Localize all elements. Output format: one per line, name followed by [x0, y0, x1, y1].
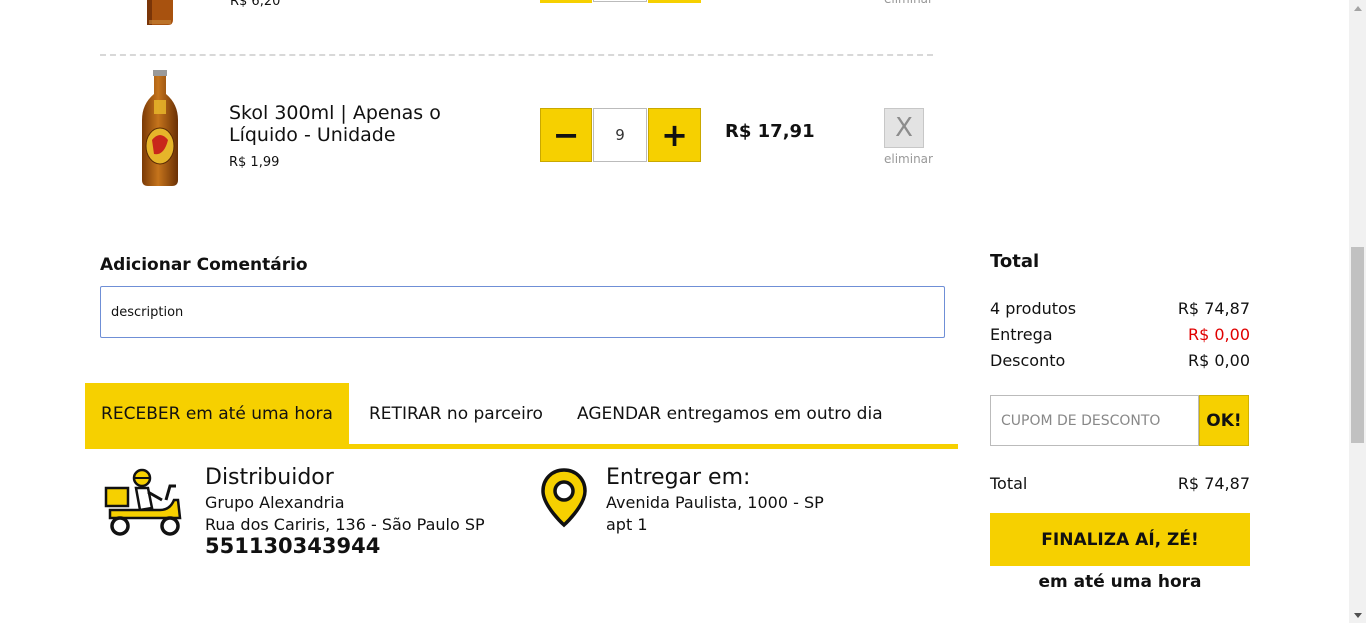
tab-schedule[interactable]: AGENDAR entregamos em outro dia: [577, 383, 883, 444]
remove-link[interactable]: eliminar: [884, 0, 933, 6]
delivery-scooter-icon: [104, 468, 182, 536]
scroll-up-arrow-icon[interactable]: [1349, 0, 1366, 16]
tab-label: RETIRAR no parceiro: [369, 403, 543, 424]
apply-coupon-button[interactable]: OK!: [1199, 395, 1249, 446]
comment-input[interactable]: [100, 286, 945, 338]
page-scrollbar[interactable]: [1349, 0, 1366, 623]
distributor-heading: Distribuidor: [205, 465, 334, 490]
decrease-quantity-button[interactable]: −: [540, 108, 592, 162]
summary-discount-row: Desconto R$ 0,00: [990, 351, 1250, 373]
comment-title: Adicionar Comentário: [100, 255, 308, 275]
discount-label: Desconto: [990, 351, 1066, 370]
tab-receive[interactable]: RECEBER em até uma hora: [85, 383, 349, 444]
tab-label: AGENDAR entregamos em outro dia: [577, 403, 883, 424]
total-label: Total: [990, 474, 1028, 493]
discount-value: R$ 0,00: [1187, 351, 1250, 370]
delivery-mode-tabs: RECEBER em até uma hora RETIRAR no parce…: [85, 383, 958, 449]
close-icon: X: [895, 113, 913, 143]
total-value: R$ 74,87: [1177, 474, 1250, 493]
remove-link[interactable]: eliminar: [884, 152, 933, 166]
products-value: R$ 74,87: [1177, 299, 1250, 318]
quantity-input[interactable]: [593, 108, 647, 162]
distributor-name: Grupo Alexandria: [205, 493, 345, 512]
tab-label: RECEBER em até uma hora: [101, 403, 333, 424]
summary-title: Total: [990, 251, 1040, 272]
summary-total-row: Total R$ 74,87: [990, 474, 1250, 496]
finalize-order-button[interactable]: FINALIZA AÍ, ZÉ!: [990, 513, 1250, 566]
tab-pickup[interactable]: RETIRAR no parceiro: [369, 383, 543, 444]
distributor-phone: 551130343944: [205, 534, 381, 558]
delivery-label: Entrega: [990, 325, 1053, 344]
skol-bottle-image: [142, 70, 178, 186]
delivery-fee: R$ 0,00: [1187, 325, 1250, 344]
item-total-price: R$ 17,91: [725, 121, 815, 142]
delivery-heading: Entregar em:: [606, 465, 751, 490]
location-pin-icon: [541, 468, 587, 528]
item-unit-price: R$ 1,99: [229, 155, 280, 170]
scroll-down-arrow-icon[interactable]: [1349, 607, 1366, 623]
beer-bottle-image: [147, 0, 173, 25]
item-name: Skol 300ml | Apenas o Líquido - Unidade: [229, 102, 441, 146]
summary-delivery-row: Entrega R$ 0,00: [990, 325, 1250, 347]
coupon-input[interactable]: [990, 395, 1199, 446]
delivery-time-note: em até uma hora: [1038, 572, 1202, 592]
increase-quantity-button[interactable]: +: [648, 108, 701, 162]
scroll-thumb[interactable]: [1351, 247, 1364, 443]
delivery-address: Avenida Paulista, 1000 - SP: [606, 493, 824, 512]
remove-item-button[interactable]: X: [884, 108, 924, 148]
tab-underline: [85, 444, 958, 449]
products-count: 4 produtos: [990, 299, 1077, 318]
distributor-address: Rua dos Cariris, 136 - São Paulo SP: [205, 515, 485, 534]
item-divider: [100, 54, 933, 56]
quantity-stepper-previous[interactable]: [540, 0, 701, 3]
delivery-address-complement: apt 1: [606, 515, 648, 534]
item-unit-price: R$ 6,20: [230, 0, 281, 9]
summary-products-row: 4 produtos R$ 74,87: [990, 299, 1250, 321]
